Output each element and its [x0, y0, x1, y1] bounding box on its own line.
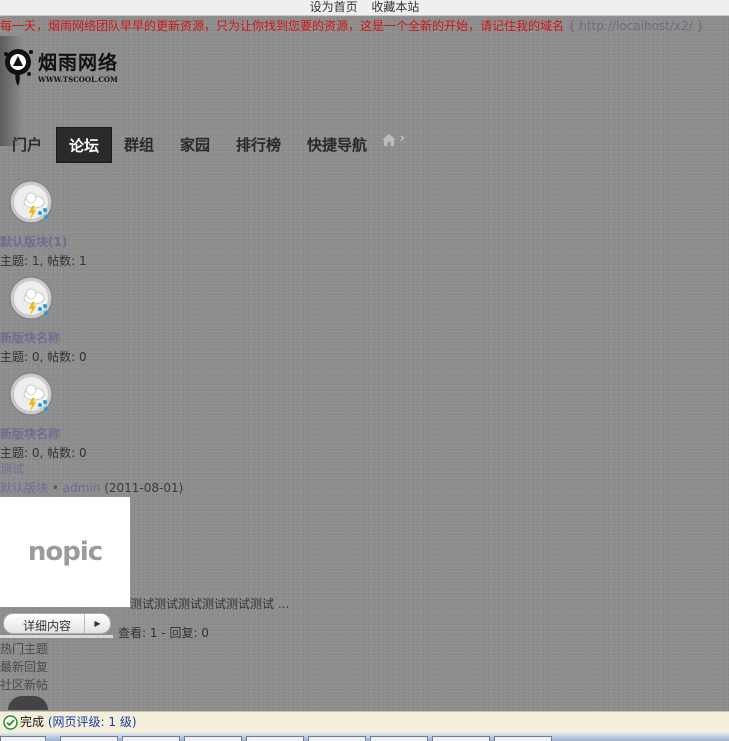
nav-item-home[interactable]: 家园	[180, 127, 210, 163]
browser-status-bar: 完成 (网页评级: 1 级)	[0, 711, 729, 733]
taskbar-button[interactable]	[122, 736, 180, 741]
hot-topics-link[interactable]: 热门主题	[0, 640, 48, 658]
new-posts-link[interactable]: 社区新帖	[0, 676, 48, 694]
breadcrumb-separator: ›	[400, 131, 405, 145]
forum-stats: 主题: 1, 帖数: 1	[0, 254, 87, 268]
meta-separator: •	[51, 481, 59, 495]
forum-name-link[interactable]: 新版块名称	[0, 329, 60, 346]
announcement-url[interactable]: { http://localhost/x2/ }	[568, 19, 704, 33]
nav-item-portal[interactable]: 门户	[12, 127, 42, 163]
detail-button-label: 详细内容	[23, 619, 72, 633]
avatar[interactable]	[8, 696, 48, 710]
forum-name: 新版块名称	[0, 331, 61, 345]
button-shadow	[0, 635, 113, 638]
thread-forum-link[interactable]: 默认版块	[0, 481, 48, 495]
logo-domain: WWW.TSCOOL.COM	[38, 75, 118, 84]
nopic-label: nopic	[27, 537, 103, 567]
forum-new-count: (1)	[48, 235, 68, 249]
forum-stats: 主题: 0, 帖数: 0	[0, 446, 87, 460]
taskbar-button[interactable]	[432, 736, 490, 741]
os-taskbar	[0, 733, 729, 741]
side-links: 热门主题 最新回复 社区新帖	[0, 640, 48, 694]
logo-name: 烟雨网络	[38, 52, 119, 74]
forum-name-link[interactable]: 默认版块(1)	[0, 233, 67, 250]
weather-storm-icon	[9, 372, 53, 416]
taskbar-button[interactable]	[60, 736, 118, 741]
weather-storm-icon	[9, 276, 53, 320]
status-done: 完成	[20, 715, 45, 729]
thread-thumbnail[interactable]: nopic	[0, 497, 130, 607]
nav-item-group[interactable]: 群组	[124, 127, 154, 163]
latest-replies-link[interactable]: 最新回复	[0, 658, 48, 676]
home-icon[interactable]	[382, 134, 396, 146]
taskbar-button[interactable]	[308, 736, 366, 741]
taskbar-button[interactable]	[370, 736, 428, 741]
page-rating-link[interactable]: (网页评级: 1 级)	[48, 715, 137, 729]
weather-storm-icon	[9, 180, 53, 224]
bookmark-link[interactable]: 收藏本站	[371, 0, 419, 14]
play-arrow-icon: ▶	[84, 614, 110, 633]
detail-button[interactable]: 详细内容 ▶	[3, 613, 111, 634]
check-circle-icon	[3, 715, 18, 730]
forum-name-link[interactable]: 新版块名称	[0, 425, 60, 442]
thread-title-link[interactable]: 测试	[0, 460, 24, 477]
forum-stats: 主题: 0, 帖数: 0	[0, 350, 87, 364]
nav-item-ranking[interactable]: 排行榜	[236, 127, 281, 163]
thread-views: 查看: 1 - 回复: 0	[118, 626, 209, 640]
top-links-bar: 设为首页 收藏本站	[0, 0, 729, 16]
thread-author-link[interactable]: admin	[63, 481, 101, 495]
taskbar-button[interactable]	[184, 736, 242, 741]
forum-name: 默认版块	[0, 235, 49, 249]
nav-item-quick-nav[interactable]: 快捷导航	[307, 127, 367, 163]
logo-emblem-icon	[4, 49, 33, 86]
forum-name: 新版块名称	[0, 427, 61, 441]
taskbar-button[interactable]	[246, 736, 304, 741]
announcement: 每一天，烟雨网络团队早早的更新资源，只为让你找到您要的资源，这是一个全新的开始，…	[0, 17, 729, 35]
announcement-text: 每一天，烟雨网络团队早早的更新资源，只为让你找到您要的资源，这是一个全新的开始，…	[0, 19, 565, 33]
thread-date: (2011-08-01)	[104, 481, 184, 495]
site-logo[interactable]: 烟雨网络 WWW.TSCOOL.COM	[2, 42, 132, 102]
thread-meta: 默认版块 • admin (2011-08-01)	[0, 479, 183, 496]
set-home-link[interactable]: 设为首页	[310, 0, 358, 14]
taskbar-start[interactable]	[0, 736, 46, 741]
taskbar-button[interactable]	[494, 736, 552, 741]
nav-item-forum[interactable]: 论坛	[56, 127, 113, 163]
thread-excerpt: 测试测试测试测试测试测试 ...	[130, 597, 290, 611]
status-text: 完成 (网页评级: 1 级)	[20, 712, 137, 733]
